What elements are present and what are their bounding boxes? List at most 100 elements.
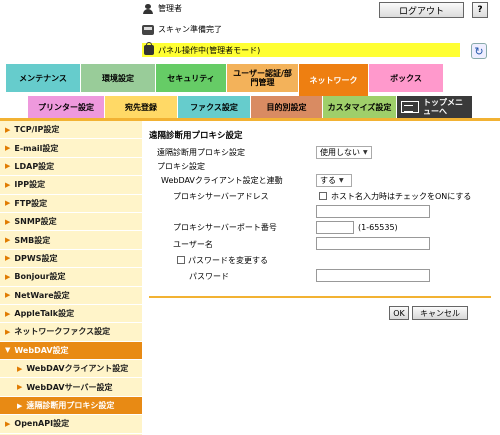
tab-box[interactable]: ボックス: [369, 64, 444, 92]
port-label: プロキシサーバーポート番号: [173, 223, 277, 232]
tab-fax-settings[interactable]: ファクス設定: [178, 96, 251, 118]
sidebar-item-netware[interactable]: ▶ NetWare設定: [0, 287, 142, 305]
username-label: ユーザー名: [173, 240, 213, 249]
sidebar-item-tcpip[interactable]: ▶ TCP/IP設定: [0, 121, 142, 140]
tab-environment[interactable]: 環境設定: [81, 64, 156, 92]
sub-tabs: プリンター設定 宛先登録 ファクス設定 目的別設定 カスタマイズ設定 トップメニ…: [28, 96, 473, 118]
tab-label: メンテナンス: [19, 73, 67, 83]
tab-maintenance[interactable]: メンテナンス: [6, 64, 81, 92]
tab-label: セキュリティ: [167, 73, 215, 83]
hostname-check-label: ホスト名入力時はチェックをONにする: [331, 192, 472, 201]
cancel-button[interactable]: キャンセル: [412, 306, 468, 320]
port-input[interactable]: [316, 221, 354, 234]
sidebar-item-webdav-server[interactable]: ▶ WebDAVサーバー設定: [0, 378, 142, 397]
sidebar-item-ipp[interactable]: ▶ IPP設定: [0, 176, 142, 195]
webdav-link-select[interactable]: する ▼: [316, 174, 352, 187]
tab-label: 環境設定: [102, 73, 134, 83]
tab-user-auth[interactable]: ユーザー認証/部門管理: [227, 64, 299, 92]
tab-printer-settings[interactable]: プリンター設定: [28, 96, 105, 118]
port-range: (1-65535): [358, 223, 398, 232]
proxy-setting-select[interactable]: 使用しない ▼: [316, 146, 372, 159]
tab-label: プリンター設定: [38, 102, 94, 112]
sidebar-item-smb[interactable]: ▶ SMB設定: [0, 231, 142, 250]
arrow-right-icon: ▶: [5, 162, 11, 171]
tab-address-registration[interactable]: 宛先登録: [105, 96, 178, 118]
tab-label: ユーザー認証/部門管理: [233, 69, 292, 87]
password-label: パスワード: [189, 272, 229, 281]
sidebar-item-webdav[interactable]: ▼ WebDAV設定: [0, 341, 142, 361]
tab-security[interactable]: セキュリティ: [156, 64, 227, 92]
form-divider: [149, 296, 491, 298]
sidebar-item-label: SMB設定: [14, 235, 51, 245]
arrow-right-icon: ▶: [5, 327, 11, 336]
sidebar-item-remote-proxy[interactable]: ▶ 遠隔診断用プロキシ設定: [0, 396, 142, 416]
arrow-right-icon: ▶: [5, 309, 11, 318]
sidebar-item-label: AppleTalk設定: [14, 309, 75, 319]
sidebar-item-dpws[interactable]: ▶ DPWS設定: [0, 250, 142, 269]
sidebar-item-label: WebDAVクライアント設定: [26, 364, 129, 374]
server-address-input[interactable]: [316, 205, 430, 218]
arrow-right-icon: ▶: [5, 236, 11, 245]
arrow-right-icon: ▶: [17, 383, 23, 392]
sidebar-item-label: ネットワークファクス設定: [14, 327, 111, 337]
sidebar-item-email[interactable]: ▶ E-mail設定: [0, 139, 142, 158]
password-input[interactable]: [316, 269, 430, 282]
tab-label: トップメニューへ: [423, 98, 463, 116]
sidebar-item-label: 遠隔診断用プロキシ設定: [26, 401, 115, 411]
user-icon: [142, 3, 154, 14]
refresh-icon[interactable]: ↻: [471, 43, 487, 59]
sidebar-item-label: FTP設定: [14, 198, 48, 208]
sidebar-item-label: OpenAPI設定: [14, 419, 70, 429]
main-tabs: メンテナンス 環境設定 セキュリティ ユーザー認証/部門管理 ネットワーク ボッ…: [6, 64, 444, 96]
scanner-icon: [142, 24, 154, 35]
chevron-down-icon: ▼: [363, 149, 368, 156]
proxy-setting-label: 遠隔診断用プロキシ設定: [157, 148, 245, 157]
sidebar-item-openapi[interactable]: ▶ OpenAPI設定: [0, 415, 142, 434]
top-menu-icon: [401, 101, 419, 113]
sidebar-item-webdav-client[interactable]: ▶ WebDAVクライアント設定: [0, 360, 142, 379]
tab-label: 宛先登録: [125, 102, 157, 112]
panel-status-bar: パネル操作中(管理者モード): [142, 42, 460, 57]
hostname-checkbox[interactable]: [319, 192, 327, 200]
tab-purpose-settings[interactable]: 目的別設定: [251, 96, 323, 118]
proxy-section-label: プロキシ設定: [157, 162, 205, 171]
arrow-right-icon: ▶: [5, 217, 11, 226]
user-row: 管理者: [142, 3, 182, 14]
change-password-checkbox[interactable]: [177, 256, 185, 264]
arrow-right-icon: ▶: [5, 254, 11, 263]
arrow-right-icon: ▶: [5, 199, 11, 208]
sidebar-item-label: TCP/IP設定: [14, 125, 60, 135]
ok-button[interactable]: OK: [389, 306, 409, 320]
status-label: スキャン準備完了: [158, 25, 222, 34]
lock-icon: [144, 42, 154, 55]
tab-label: ボックス: [390, 73, 422, 83]
tab-label: ネットワーク: [309, 75, 358, 85]
sidebar-item-ftp[interactable]: ▶ FTP設定: [0, 195, 142, 213]
help-button[interactable]: ?: [472, 2, 488, 18]
sidebar-item-appletalk[interactable]: ▶ AppleTalk設定: [0, 305, 142, 324]
username-input[interactable]: [316, 237, 430, 250]
select-value: 使用しない: [320, 148, 360, 157]
sidebar: ▶ TCP/IP設定 ▶ E-mail設定 ▶ LDAP設定 ▶ IPP設定 ▶ FTP設…: [0, 121, 142, 435]
arrow-right-icon: ▶: [17, 401, 23, 410]
sidebar-item-label: LDAP設定: [14, 161, 55, 171]
server-address-label: プロキシサーバーアドレス: [173, 192, 269, 201]
tab-label: ファクス設定: [190, 102, 238, 112]
tab-top-menu[interactable]: トップメニューへ: [397, 96, 473, 118]
panel-status-label: パネル操作中(管理者モード): [158, 45, 261, 55]
sidebar-item-ldap[interactable]: ▶ LDAP設定: [0, 158, 142, 177]
sidebar-item-label: SNMP設定: [14, 217, 57, 227]
tab-customize-settings[interactable]: カスタマイズ設定: [323, 96, 397, 118]
sidebar-item-network-fax[interactable]: ▶ ネットワークファクス設定: [0, 323, 142, 342]
change-password-label: パスワードを変更する: [188, 256, 268, 265]
sidebar-item-label: NetWare設定: [14, 290, 70, 300]
tab-network[interactable]: ネットワーク: [299, 64, 369, 96]
sidebar-item-bonjour[interactable]: ▶ Bonjour設定: [0, 268, 142, 287]
arrow-right-icon: ▶: [5, 419, 11, 428]
logout-button[interactable]: ログアウト: [379, 2, 464, 18]
arrow-down-icon: ▼: [5, 346, 11, 355]
sidebar-item-label: Bonjour設定: [14, 272, 66, 282]
chevron-down-icon: ▼: [339, 177, 344, 184]
webdav-link-label: WebDAVクライアント設定と連動: [161, 176, 283, 185]
sidebar-item-snmp[interactable]: ▶ SNMP設定: [0, 213, 142, 232]
